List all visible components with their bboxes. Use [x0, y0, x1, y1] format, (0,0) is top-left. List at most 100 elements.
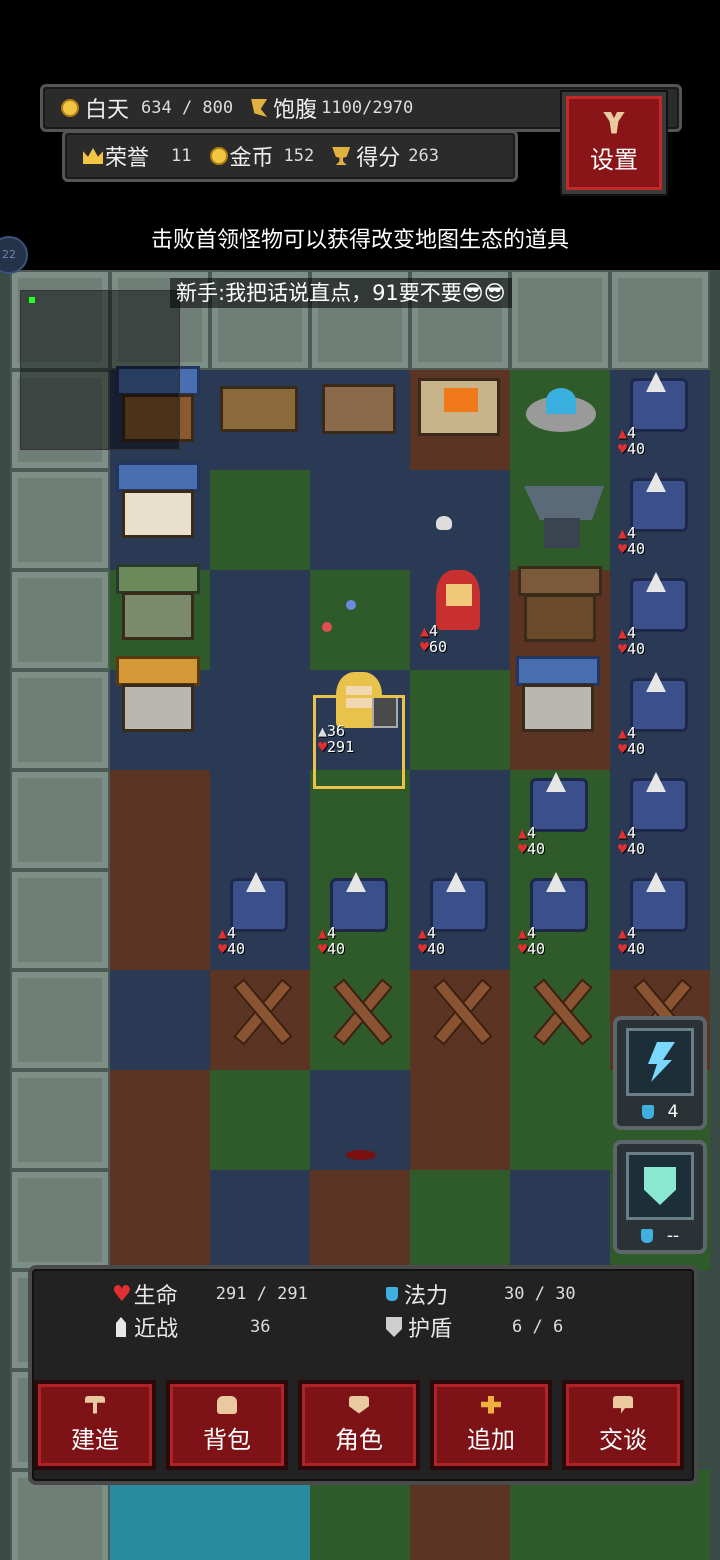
score-label: 得分: [356, 146, 401, 171]
hp-stat: ♥ 生命 291 / 291: [112, 1278, 308, 1310]
ballista-unit[interactable]: ▲4 ♥40: [616, 472, 696, 558]
shield-stat: 护盾 6 / 6: [386, 1311, 563, 1343]
ballista-unit[interactable]: ▲4 ♥40: [616, 872, 696, 958]
ballista-unit[interactable]: ▲4 ♥40: [316, 872, 396, 958]
selection-highlight: [313, 695, 405, 789]
sun-icon: [61, 99, 79, 117]
wall-tile: [10, 470, 110, 570]
blood-stain: [346, 1150, 376, 1160]
settings-label: 设置: [590, 145, 638, 174]
bag-icon: [217, 1395, 237, 1414]
hp-value: 291 / 291: [215, 1284, 308, 1304]
hammer-icon: [85, 1395, 105, 1414]
mana-value: 30 / 30: [504, 1284, 576, 1304]
heart-icon: ♥: [420, 638, 430, 656]
melee-value: 36: [250, 1317, 271, 1337]
character-button[interactable]: 角色: [298, 1380, 420, 1470]
blue-house-building[interactable]: [516, 656, 600, 736]
honor-value: 11: [171, 146, 192, 166]
skill-card-lightning[interactable]: 4: [613, 1016, 707, 1130]
furnace-object[interactable]: [418, 374, 502, 454]
red-hood-hp: 60: [429, 638, 448, 656]
honor-label: 荣誉: [105, 146, 150, 171]
ballista-unit[interactable]: ▲4 ♥40: [516, 772, 596, 858]
wall-tile: [510, 270, 610, 370]
mana-flask-icon: [640, 1229, 653, 1243]
gold-stat: 金币 152: [209, 140, 315, 172]
plus-icon: [481, 1395, 501, 1414]
day-stat: 白天 634 / 800: [61, 92, 233, 124]
barricade[interactable]: [422, 972, 498, 1048]
ballista-unit[interactable]: ▲4 ♥40: [516, 872, 596, 958]
barricade[interactable]: [322, 972, 398, 1048]
skill-card-shield[interactable]: --: [613, 1140, 707, 1254]
red-hood-enemy[interactable]: ▲4 ♥60: [418, 570, 498, 656]
character-icon: [349, 1395, 369, 1414]
hint-text: 击败首领怪物可以获得改变地图生态的道具: [150, 228, 569, 253]
barricade[interactable]: [522, 972, 598, 1048]
hunger-label: 饱腹: [273, 98, 318, 123]
shop-building[interactable]: [116, 656, 200, 736]
mana-flask-icon: [641, 1105, 654, 1119]
day-label: 白天: [85, 98, 130, 123]
bag-label: 背包: [203, 1425, 251, 1454]
bed-object[interactable]: [220, 378, 304, 458]
anvil-object[interactable]: [520, 476, 604, 556]
melee-label: 近战: [134, 1317, 179, 1342]
stove-object[interactable]: [322, 378, 406, 458]
shield-label: 护盾: [408, 1317, 453, 1342]
fountain-object[interactable]: [520, 382, 604, 462]
wall-tile: [10, 970, 110, 1070]
mana-flask-icon: [386, 1287, 398, 1301]
wall-tile: [10, 870, 110, 970]
add-button[interactable]: 追加: [430, 1380, 552, 1470]
crown-icon: [83, 148, 103, 164]
sword-icon: [116, 1317, 126, 1337]
crystal-tower-building[interactable]: [116, 564, 200, 644]
add-label: 追加: [467, 1425, 515, 1454]
day-value: 634 / 800: [141, 98, 234, 118]
chat-message: 新手:我把话说直点，91要不要😎😎: [170, 278, 512, 308]
wall-tile: [10, 1070, 110, 1170]
build-button[interactable]: 建造: [34, 1380, 156, 1470]
gold-label: 金币: [229, 146, 274, 171]
wrench-icon: [603, 111, 625, 134]
settings-button[interactable]: 设置: [562, 92, 666, 194]
trophy-icon: [332, 147, 351, 165]
chapel-building[interactable]: [116, 462, 200, 542]
heart-icon: ♥: [112, 1281, 132, 1307]
gold-coin-icon: [209, 147, 228, 165]
hunger-stat: 饱腹 1100/2970: [251, 92, 413, 124]
player-dot: [29, 297, 35, 303]
gold-value: 152: [283, 146, 315, 166]
talk-label: 交谈: [599, 1425, 647, 1454]
flower-icon: [322, 622, 332, 632]
drumstick-icon: [251, 99, 268, 117]
barricade[interactable]: [222, 972, 298, 1048]
wall-tile: [10, 570, 110, 670]
wall-tile: [10, 670, 110, 770]
minimap[interactable]: [20, 290, 180, 450]
ballista-unit[interactable]: ▲4 ♥40: [616, 672, 696, 758]
ballista-unit[interactable]: ▲4 ♥40: [616, 572, 696, 658]
resource-bar-bottom: 荣誉 11 金币 152 得分 263: [62, 130, 518, 182]
wall-tile: [610, 270, 710, 370]
ballista-unit[interactable]: ▲4 ♥40: [416, 872, 496, 958]
talk-button[interactable]: 交谈: [562, 1380, 684, 1470]
hp-label: 生命: [133, 1284, 178, 1309]
character-label: 角色: [335, 1425, 383, 1454]
market-stall-building[interactable]: [518, 566, 602, 646]
skill-cost: --: [666, 1226, 680, 1246]
ballista-unit[interactable]: ▲4 ♥40: [216, 872, 296, 958]
ballista-unit[interactable]: ▲4 ♥40: [616, 772, 696, 858]
hunger-value: 1100/2970: [321, 98, 414, 118]
mana-stat: 法力 30 / 30: [386, 1278, 576, 1310]
honor-stat: 荣誉 11: [83, 140, 192, 172]
shield-icon: [386, 1317, 402, 1337]
speech-bubble-icon: [613, 1395, 633, 1414]
ballista-unit[interactable]: ▲4 ♥40: [616, 372, 696, 458]
bag-button[interactable]: 背包: [166, 1380, 288, 1470]
wall-tile: [10, 1170, 110, 1270]
shield-icon: [644, 1167, 676, 1205]
shield-value: 6 / 6: [512, 1317, 564, 1337]
